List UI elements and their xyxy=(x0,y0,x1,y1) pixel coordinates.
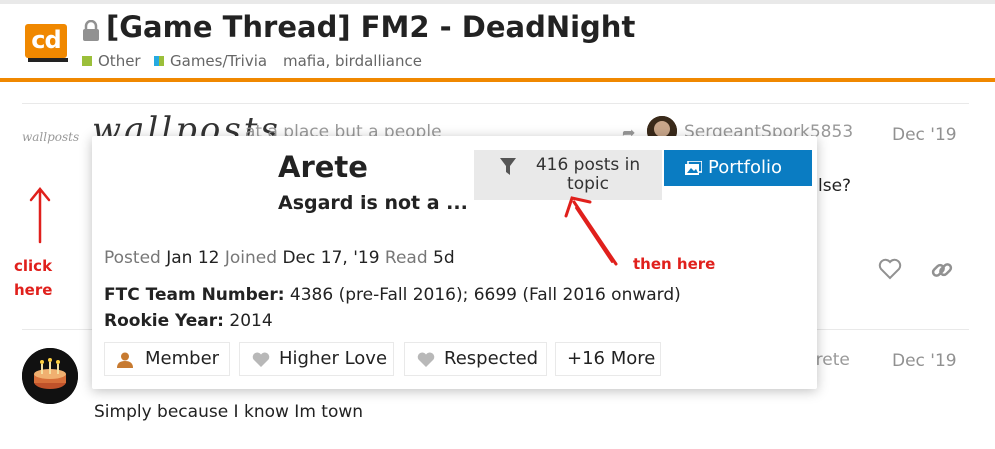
post-date[interactable]: Dec '19 xyxy=(892,125,957,145)
filter-posts-label: 416 posts in topic xyxy=(535,155,641,194)
posted-value: Jan 12 xyxy=(166,248,220,268)
field-value: 4386 (pre-Fall 2016); 6699 (Fall 2016 on… xyxy=(289,285,681,305)
badge-higher-love[interactable]: Higher Love xyxy=(239,342,394,376)
image-icon xyxy=(685,161,702,175)
joined-value: Dec 17, '19 xyxy=(282,248,380,268)
user-icon xyxy=(117,352,133,368)
category-games-trivia[interactable]: Games/Trivia xyxy=(154,52,267,70)
filter-icon xyxy=(500,158,516,175)
post-divider xyxy=(22,103,969,104)
topic-tags[interactable]: mafia, birdalliance xyxy=(283,52,422,70)
link-icon[interactable] xyxy=(930,258,954,282)
annotation-arrow-up xyxy=(29,187,51,244)
post-body-text: Simply because I know Im town xyxy=(94,402,364,422)
post-body-text-tail: lse? xyxy=(818,176,852,196)
portfolio-button[interactable]: Portfolio xyxy=(664,150,812,186)
read-label: Read xyxy=(384,248,428,268)
top-border xyxy=(0,0,995,4)
heart-icon xyxy=(252,352,270,367)
annotation-click-here: click here xyxy=(14,257,53,299)
user-field-ftc-team-number: FTC Team Number: 4386 (pre-Fall 2016); 6… xyxy=(104,285,681,305)
user-field-rookie-year: Rookie Year: 2014 xyxy=(104,311,273,331)
badge-label: +16 More xyxy=(567,348,656,369)
joined-label: Joined xyxy=(224,248,278,268)
badge-respected[interactable]: Respected xyxy=(404,342,547,376)
user-card-title: Asgard is not a ... xyxy=(278,192,468,214)
logo-underline xyxy=(28,58,68,62)
read-value: 5d xyxy=(433,248,455,268)
site-logo[interactable]: cd xyxy=(25,24,67,58)
category-other[interactable]: Other xyxy=(82,52,141,70)
badge-label: Higher Love xyxy=(279,348,388,369)
topic-title[interactable]: [Game Thread] FM2 - DeadNight xyxy=(106,10,635,44)
handwritten-annotation-small: wallposts xyxy=(22,130,80,144)
heart-icon[interactable] xyxy=(878,258,902,280)
category-label: Other xyxy=(98,52,141,70)
category-color-swatch xyxy=(154,56,164,66)
lock-icon xyxy=(83,20,99,41)
badge-member[interactable]: Member xyxy=(104,342,230,376)
category-label: Games/Trivia xyxy=(170,52,268,70)
heart-icon xyxy=(417,352,435,367)
annotation-then-here: then here xyxy=(633,255,716,273)
user-card-meta: Posted Jan 12 Joined Dec 17, '19 Read 5d xyxy=(104,248,455,268)
posted-label: Posted xyxy=(104,248,161,268)
field-label: FTC Team Number: xyxy=(104,285,285,305)
avatar[interactable] xyxy=(22,348,78,404)
badge-label: Member xyxy=(145,348,220,369)
category-color-swatch xyxy=(82,56,92,66)
header-rule xyxy=(0,78,995,82)
user-card-name[interactable]: Arete xyxy=(278,150,368,184)
field-value: 2014 xyxy=(229,311,273,331)
annotation-arrow-up-left xyxy=(564,196,618,266)
more-badges-button[interactable]: +16 More xyxy=(555,342,661,376)
field-label: Rookie Year: xyxy=(104,311,224,331)
post-date[interactable]: Dec '19 xyxy=(892,351,957,371)
portfolio-label: Portfolio xyxy=(708,157,783,178)
badge-label: Respected xyxy=(444,348,539,369)
